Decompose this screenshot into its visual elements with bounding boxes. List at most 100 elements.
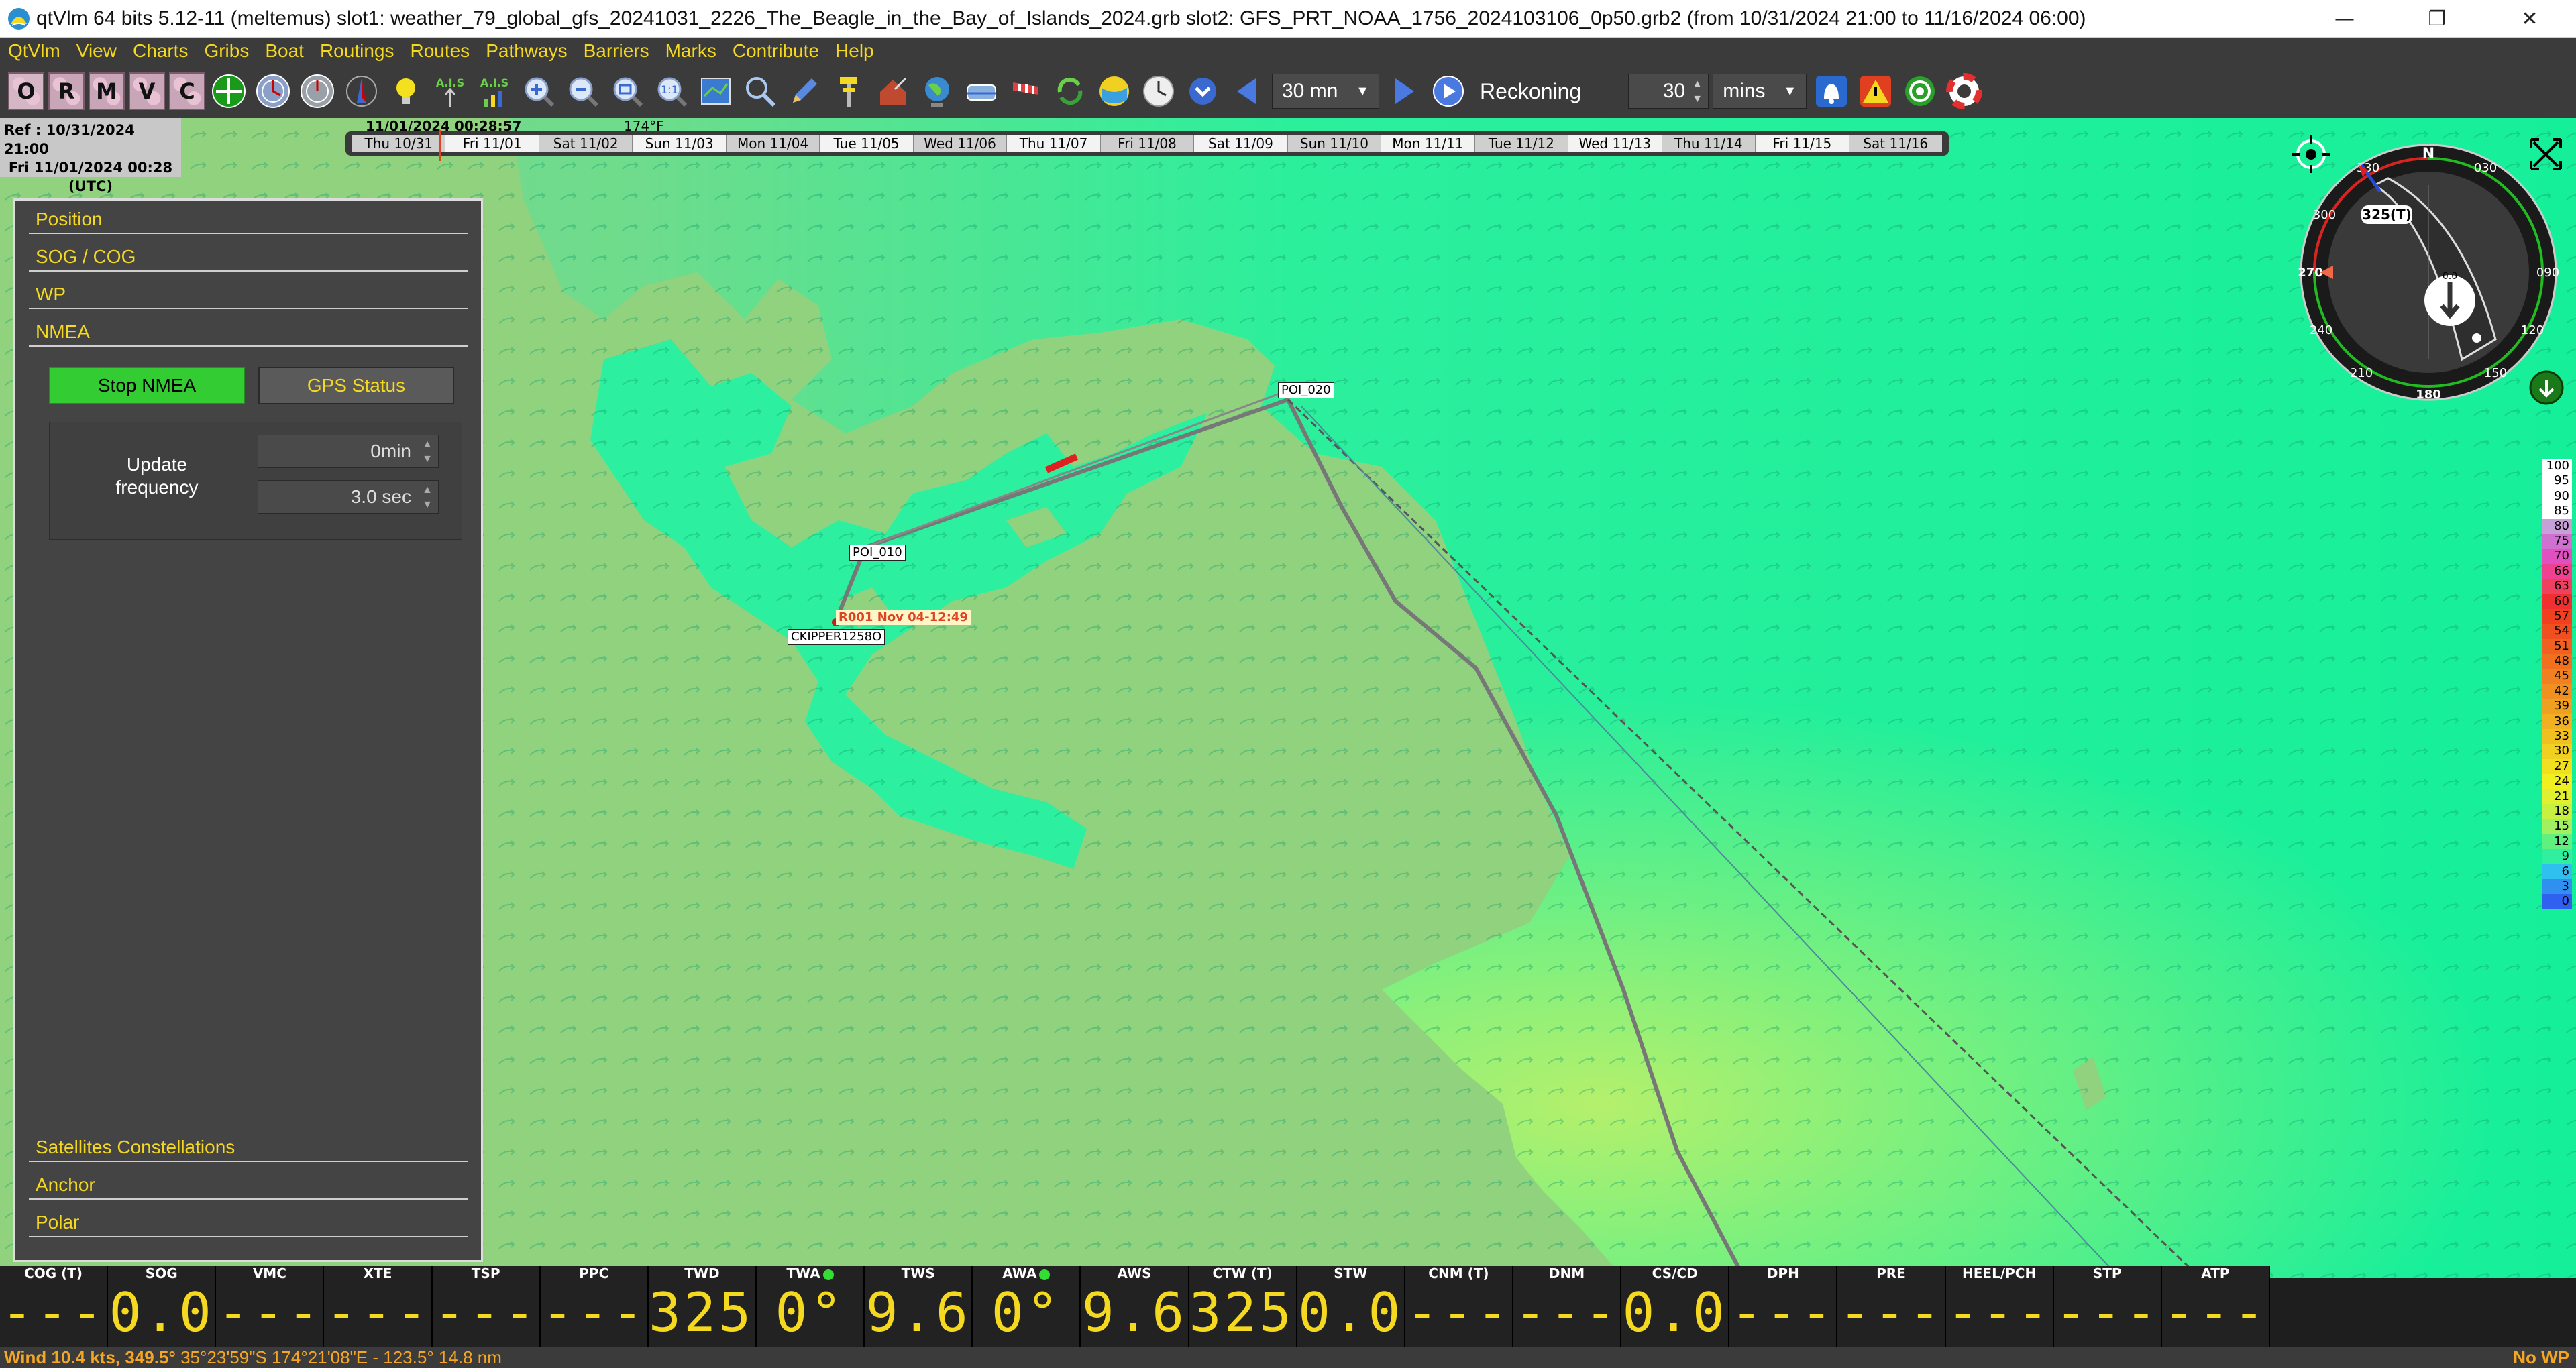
lightbulb-icon[interactable] xyxy=(386,72,425,111)
menu-contribute[interactable]: Contribute xyxy=(724,38,827,64)
maximize-button[interactable]: ❐ xyxy=(2391,0,2483,38)
timeline-day[interactable]: Thu 11/07 xyxy=(1007,135,1101,152)
timeline-bar[interactable]: Thu 10/31 Fri 11/01 Sat 11/02 Sun 11/03 … xyxy=(345,131,1949,156)
target-icon[interactable] xyxy=(1900,72,1939,111)
timeline-day[interactable]: Fri 11/01 xyxy=(445,135,539,152)
timeline-day[interactable]: Mon 11/11 xyxy=(1381,135,1475,152)
timeline-day[interactable]: Fri 11/15 xyxy=(1756,135,1849,152)
tb-r-button[interactable]: R xyxy=(48,72,85,110)
dock-section-anchor[interactable]: Anchor xyxy=(15,1166,481,1204)
play-icon[interactable] xyxy=(1429,72,1468,111)
menu-view[interactable]: View xyxy=(68,38,125,64)
boat-label[interactable]: CKIPPER1258O xyxy=(788,629,885,645)
timeline-day[interactable]: Mon 11/04 xyxy=(726,135,820,152)
timeline-day[interactable]: Sun 11/03 xyxy=(633,135,727,152)
gps-status-button[interactable]: GPS Status xyxy=(258,367,454,404)
zoom-out-icon[interactable] xyxy=(564,72,602,111)
frequency-seconds-input[interactable]: 3.0 sec ▲ ▼ xyxy=(258,480,439,514)
timeline-day[interactable]: Tue 11/12 xyxy=(1474,135,1569,152)
windsock-icon[interactable] xyxy=(1006,72,1045,111)
route-label[interactable]: R001 Nov 04-12:49 xyxy=(836,610,971,625)
timeline-day[interactable]: Tue 11/05 xyxy=(820,135,914,152)
minimize-button[interactable]: — xyxy=(2298,0,2391,38)
poi-010-label[interactable]: POI_010 xyxy=(849,545,906,561)
instrument-dph[interactable]: DPH---- xyxy=(1729,1266,1838,1368)
menu-pathways[interactable]: Pathways xyxy=(478,38,575,64)
dock-section-satellites[interactable]: Satellites Constellations xyxy=(15,1129,481,1166)
timeline-day[interactable]: Sat 11/09 xyxy=(1194,135,1288,152)
ship-icon[interactable] xyxy=(962,72,1001,111)
refresh-icon[interactable] xyxy=(1051,72,1089,111)
stop-nmea-button[interactable]: Stop NMEA xyxy=(49,367,245,404)
dock-section-nmea[interactable]: NMEA xyxy=(15,313,481,351)
ais-bars-icon[interactable]: A.I.S xyxy=(475,72,514,111)
instrument-tsp[interactable]: TSP --- xyxy=(432,1266,541,1347)
lifebuoy-icon[interactable] xyxy=(1945,72,1984,111)
tb-m-button[interactable]: M xyxy=(89,72,125,110)
instrument-cs-cd[interactable]: CS/CD 0.0 xyxy=(1621,1266,1730,1347)
timeline-day[interactable]: Thu 11/14 xyxy=(1662,135,1756,152)
instrument-twa[interactable]: TWA 0° xyxy=(756,1266,865,1347)
menu-gribs[interactable]: Gribs xyxy=(196,38,257,64)
step-back-icon[interactable] xyxy=(1228,72,1267,111)
timeline-day[interactable]: Fri 11/08 xyxy=(1100,135,1195,152)
dock-section-polar[interactable]: Polar xyxy=(15,1204,481,1241)
reckoning-spinbox[interactable]: 30 ▲ ▼ xyxy=(1628,74,1709,109)
instrument-pre[interactable]: PRE---- xyxy=(1837,1266,1946,1368)
instrument-aws[interactable]: AWS 9.6 xyxy=(1081,1266,1189,1347)
download-circle-icon[interactable] xyxy=(1183,72,1222,111)
house-arrow-icon[interactable] xyxy=(873,72,912,111)
instrument-cnm-t[interactable]: CNM (T)---- xyxy=(1405,1266,1513,1368)
menu-qtvlm[interactable]: QtVlm xyxy=(0,38,68,64)
menu-routings[interactable]: Routings xyxy=(312,38,402,64)
weather-station-icon[interactable] xyxy=(829,72,868,111)
menu-barriers[interactable]: Barriers xyxy=(576,38,657,64)
spin-arrows-icon[interactable]: ▲ ▼ xyxy=(419,437,435,467)
compass-needle-icon[interactable] xyxy=(342,72,381,111)
timeline-day[interactable]: Sat 11/02 xyxy=(539,135,633,152)
frequency-minutes-input[interactable]: 0min ▲ ▼ xyxy=(258,435,439,468)
dock-section-wp[interactable]: WP xyxy=(15,276,481,313)
timeline-day[interactable]: Thu 10/31 xyxy=(352,135,446,152)
zoom-reset-icon[interactable]: 1:1 xyxy=(652,72,691,111)
instrument-dnm[interactable]: DNM---- xyxy=(1513,1266,1622,1368)
search-icon[interactable] xyxy=(741,72,780,111)
close-button[interactable]: ✕ xyxy=(2483,0,2576,38)
instrument-vmc[interactable]: VMC---- xyxy=(216,1266,325,1368)
compass-widget[interactable]: N 030 090 120 150 180 210 240 270 300 33… xyxy=(2294,138,2563,406)
tb-c-button[interactable]: C xyxy=(169,72,205,110)
compass-gauge-icon[interactable] xyxy=(254,72,292,111)
instrument-heel-pch[interactable]: HEEL/PCH---- xyxy=(1945,1266,2054,1368)
instrument-stp[interactable]: STP---- xyxy=(2053,1266,2162,1368)
instrument-sog[interactable]: SOG 0.0 xyxy=(108,1266,217,1347)
spin-arrows-icon[interactable]: ▲ ▼ xyxy=(1689,77,1705,107)
spin-arrows-icon[interactable]: ▲ ▼ xyxy=(419,483,435,512)
globe-icon[interactable] xyxy=(918,72,957,111)
menu-charts[interactable]: Charts xyxy=(125,38,196,64)
reckoning-unit-select[interactable]: mins ▼ xyxy=(1713,74,1807,109)
timeline-day[interactable]: Wed 11/13 xyxy=(1568,135,1662,152)
pencil-icon[interactable] xyxy=(785,72,824,111)
menu-boat[interactable]: Boat xyxy=(257,38,312,64)
weather-globe-icon[interactable] xyxy=(1095,72,1134,111)
instrument-xte[interactable]: XTE---- xyxy=(324,1266,433,1368)
instrument-atp[interactable]: ATP---- xyxy=(2161,1266,2270,1368)
instrument-ppc[interactable]: PPC --- xyxy=(540,1266,649,1347)
instrument-tws[interactable]: TWS 9.6 xyxy=(865,1266,973,1347)
timeline-cursor[interactable] xyxy=(439,130,441,161)
tb-v-button[interactable]: V xyxy=(129,72,165,110)
instrument-ctw-t[interactable]: CTW (T) 325° xyxy=(1189,1266,1326,1347)
dock-section-position[interactable]: Position xyxy=(15,201,481,238)
poi-020-label[interactable]: POI_020 xyxy=(1278,382,1334,398)
menu-routes[interactable]: Routes xyxy=(402,38,478,64)
instrument-cog-t[interactable]: COG (T)---- xyxy=(0,1266,109,1368)
step-forward-icon[interactable] xyxy=(1385,72,1424,111)
clock-icon[interactable] xyxy=(1139,72,1178,111)
timeline-day[interactable]: Sat 11/16 xyxy=(1849,135,1942,152)
warning-triangle-icon[interactable] xyxy=(1856,72,1895,111)
tb-o-button[interactable]: O xyxy=(8,72,44,110)
menu-marks[interactable]: Marks xyxy=(657,38,724,64)
menu-help[interactable]: Help xyxy=(827,38,882,64)
instrument-twd[interactable]: TWD 325° xyxy=(648,1266,786,1347)
dock-section-sog-cog[interactable]: SOG / COG xyxy=(15,238,481,276)
